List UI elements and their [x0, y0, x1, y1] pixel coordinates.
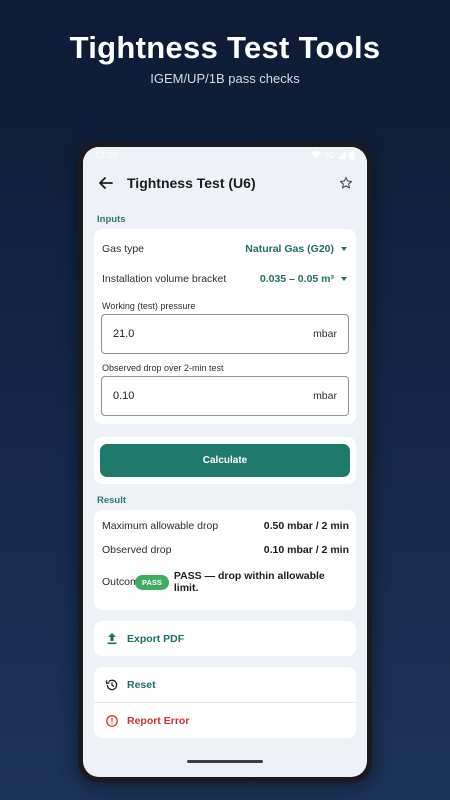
- result-section-label: Result: [97, 494, 127, 506]
- wifi-icon: [311, 151, 322, 159]
- report-error-button[interactable]: Report Error: [94, 703, 356, 738]
- observed-drop-label: Observed drop: [102, 544, 172, 556]
- inputs-section-label: Inputs: [97, 213, 126, 225]
- inputs-card: Gas type Natural Gas (G20) Installation …: [94, 229, 356, 424]
- promo-title: Tightness Test Tools: [69, 30, 381, 65]
- favorite-star-icon[interactable]: [335, 172, 357, 194]
- calculate-button[interactable]: Calculate: [100, 444, 350, 477]
- drop-input[interactable]: 0.10 mbar: [101, 376, 349, 416]
- status-icons: 5G: [311, 150, 355, 160]
- volume-value: 0.035 – 0.05 m³: [259, 273, 334, 285]
- chevron-down-icon: [341, 277, 347, 281]
- status-time: 12:00: [95, 150, 118, 160]
- pressure-unit: mbar: [313, 328, 337, 340]
- volume-dropdown[interactable]: 0.035 – 0.05 m³: [260, 273, 347, 285]
- max-drop-label: Maximum allowable drop: [102, 520, 219, 532]
- pressure-value: 21.0: [113, 328, 135, 340]
- gesture-bar[interactable]: [187, 760, 263, 763]
- gas-type-dropdown[interactable]: Natural Gas (G20): [245, 243, 347, 255]
- upload-icon: [103, 630, 121, 648]
- max-drop-row: Maximum allowable drop 0.50 mbar / 2 min: [94, 514, 356, 538]
- promo-subtitle: IGEM/UP/1B pass checks: [150, 71, 300, 86]
- status-badge: PASS: [135, 574, 169, 590]
- pressure-input[interactable]: 21.0 mbar: [101, 314, 349, 354]
- outcome-text: PASS — drop within allowable limit.: [173, 570, 325, 594]
- max-drop-value: 0.50 mbar / 2 min: [263, 520, 349, 532]
- chevron-down-icon: [341, 247, 347, 251]
- calculate-card: Calculate: [94, 437, 356, 484]
- network-label: 5G: [324, 150, 335, 160]
- reset-button[interactable]: Reset: [94, 667, 356, 702]
- app-bar: Tightness Test (U6): [83, 163, 367, 203]
- signal-icon: [338, 151, 346, 159]
- gas-type-value: Natural Gas (G20): [245, 243, 334, 255]
- observed-drop-row: Observed drop 0.10 mbar / 2 min: [94, 538, 356, 562]
- gas-type-row: Gas type Natural Gas (G20): [94, 233, 356, 265]
- back-arrow-icon[interactable]: [95, 172, 117, 194]
- battery-icon: [349, 150, 355, 159]
- outcome-label: Outcome: [102, 575, 145, 588]
- export-card: Export PDF: [94, 621, 356, 656]
- drop-label: Observed drop over 2-min test: [102, 363, 224, 373]
- error-icon: [103, 712, 121, 730]
- phone-frame: 12:00 5G Tightness Test (U6) Inputs Gas …: [78, 142, 372, 782]
- volume-label: Installation volume bracket: [102, 273, 227, 285]
- outcome-row: Outcome PASS PASS — drop within allowabl…: [94, 562, 356, 602]
- volume-row: Installation volume bracket 0.035 – 0.05…: [94, 265, 356, 293]
- status-bar: 12:00 5G: [83, 147, 367, 163]
- export-pdf-label: Export PDF: [127, 632, 185, 645]
- export-pdf-button[interactable]: Export PDF: [94, 621, 356, 656]
- page-title: Tightness Test (U6): [127, 175, 256, 191]
- result-card: Maximum allowable drop 0.50 mbar / 2 min…: [94, 510, 356, 610]
- actions-card: Reset Report Error: [94, 667, 356, 738]
- pressure-label: Working (test) pressure: [102, 301, 196, 311]
- reset-label: Reset: [127, 678, 156, 691]
- drop-value: 0.10: [113, 390, 135, 402]
- report-error-label: Report Error: [127, 714, 190, 727]
- observed-drop-value: 0.10 mbar / 2 min: [263, 544, 349, 556]
- gas-type-label: Gas type: [102, 243, 145, 255]
- history-icon: [103, 676, 121, 694]
- app-screen: 12:00 5G Tightness Test (U6) Inputs Gas …: [83, 147, 367, 777]
- drop-unit: mbar: [313, 390, 337, 402]
